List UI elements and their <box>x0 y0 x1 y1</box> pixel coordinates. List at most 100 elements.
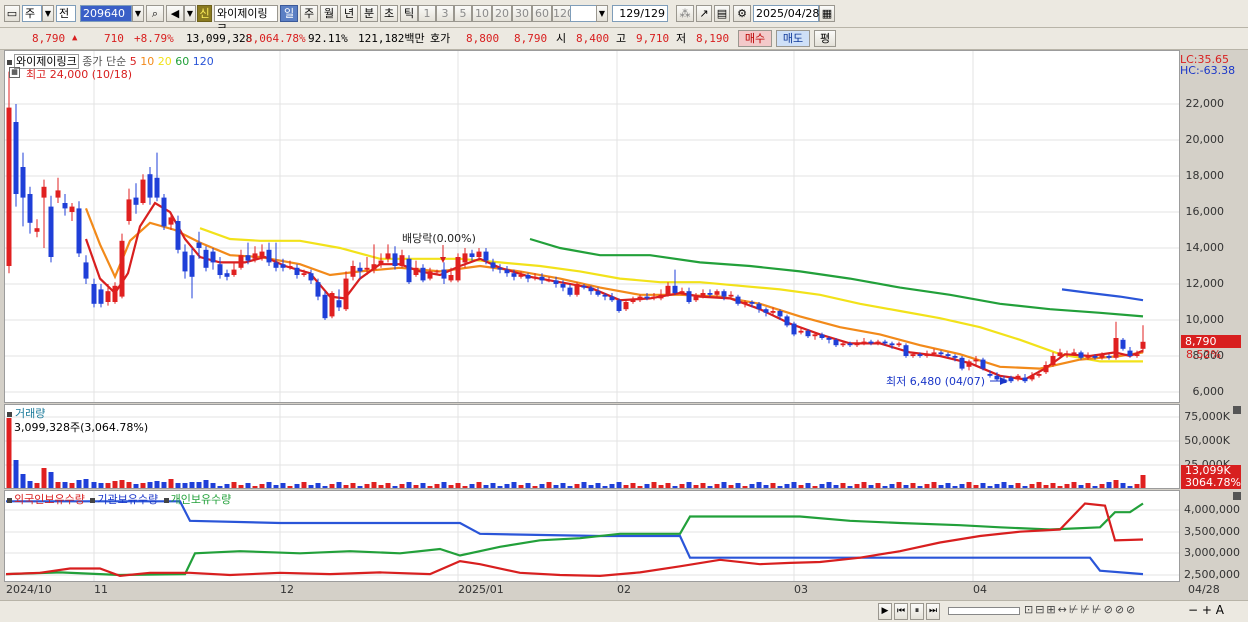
volume-bar <box>889 484 895 488</box>
ma-legend-60[interactable]: 60 <box>175 55 193 68</box>
volume-bar <box>637 486 643 488</box>
candle-body <box>13 122 19 194</box>
volume-bar <box>98 483 104 488</box>
volume-bar <box>504 484 510 488</box>
candle-body <box>896 343 902 346</box>
candle-body <box>1113 338 1119 358</box>
candle-body <box>91 284 97 304</box>
volume-bar <box>6 418 12 488</box>
volume-bar <box>245 483 251 488</box>
candle-body <box>224 273 230 277</box>
candle-body <box>707 293 713 295</box>
candle-body <box>1071 352 1077 355</box>
volume-bar <box>392 486 398 488</box>
candle-body <box>420 267 426 281</box>
zoom-out-icon[interactable]: − <box>1188 603 1198 617</box>
candle-body <box>350 266 356 277</box>
zoom-in-icon[interactable]: + <box>1202 603 1212 617</box>
institution-holding-label[interactable]: 기관보유수량 <box>97 493 158 506</box>
candle-body <box>98 289 104 304</box>
candle-body <box>672 285 678 293</box>
volume-bar <box>924 484 930 488</box>
candle-body <box>448 275 454 281</box>
volume-bar <box>700 483 706 488</box>
volume-bar <box>938 485 944 488</box>
candle-body <box>966 361 972 367</box>
candle-body <box>798 330 804 333</box>
volume-bar <box>602 486 608 488</box>
candle-body <box>868 341 874 344</box>
holding-tick-label: 4,000,000 <box>1184 503 1240 516</box>
ma-legend: 5 10 20 60 120 <box>130 55 214 68</box>
first-page-icon[interactable]: ⏮ <box>894 603 908 620</box>
ma-legend-20[interactable]: 20 <box>158 55 176 68</box>
candle-body <box>76 208 82 254</box>
volume-bar <box>343 485 349 488</box>
candle-body <box>602 294 608 297</box>
zoom-slider[interactable] <box>948 607 1020 615</box>
volume-bar <box>1085 483 1091 488</box>
volume-bar <box>55 482 61 488</box>
volume-bar <box>399 484 405 488</box>
legend-marker-icon <box>7 60 12 65</box>
candle-body <box>539 276 545 281</box>
volume-bar <box>315 483 321 488</box>
volume-panel-close-icon[interactable] <box>1233 406 1241 414</box>
volume-bar <box>980 483 986 488</box>
volume-bar <box>175 483 181 488</box>
candle-body <box>48 206 54 257</box>
zoom-controls[interactable]: − + A <box>1188 603 1224 617</box>
candle-body <box>742 302 748 304</box>
holding-tick-label: 3,500,000 <box>1184 525 1240 538</box>
volume-bar <box>714 484 720 488</box>
legend-marker-icon <box>7 498 12 503</box>
lowest-price-note: 최저 6,480 (04/07) <box>886 375 986 388</box>
candle-body <box>1008 377 1014 382</box>
volume-bar <box>238 485 244 488</box>
volume-tick-label: 75,000K <box>1184 410 1230 423</box>
holding-panel-close-icon[interactable] <box>1233 492 1241 500</box>
candle-body <box>441 269 447 279</box>
tool-icons[interactable]: ⊡⊟⊞↔⊬⊬⊬⊘⊘⊘ <box>1024 603 1137 616</box>
x-axis-label: 2024/10 <box>6 583 52 596</box>
volume-bar <box>259 484 265 488</box>
candle-body <box>399 255 405 266</box>
volume-bar <box>133 484 139 488</box>
candle-body <box>623 302 629 310</box>
candle-body <box>126 199 132 221</box>
volume-bar <box>511 482 517 488</box>
hc-value: HC:-63.38 <box>1180 64 1236 77</box>
volume-bar <box>196 482 202 488</box>
volume-bar <box>1134 484 1140 488</box>
candle-body <box>238 255 244 268</box>
candle-body <box>1043 365 1049 373</box>
candle-body <box>294 267 300 275</box>
volume-bar <box>168 479 174 488</box>
volume-bar <box>1099 484 1105 488</box>
last-page-icon[interactable]: ⏭ <box>926 603 940 620</box>
volume-bar <box>27 481 33 488</box>
volume-bar <box>875 483 881 488</box>
volume-bar <box>455 483 461 488</box>
candle-body <box>280 264 286 268</box>
ma-legend-120[interactable]: 120 <box>193 55 214 68</box>
volume-bar <box>693 485 699 488</box>
ma-legend-10[interactable]: 10 <box>140 55 158 68</box>
volume-bar <box>48 472 54 488</box>
foreign-holding-label[interactable]: 외국인보유수량 <box>14 493 85 506</box>
price-tick-label: 22,000 <box>1185 97 1225 110</box>
volume-bar <box>76 480 82 488</box>
volume-bar <box>280 483 286 488</box>
legend-marker-icon <box>163 498 169 503</box>
chart-lock-icon[interactable]: ▦ <box>9 67 20 78</box>
volume-bar <box>126 482 132 488</box>
individual-holding-label[interactable]: 개인보유수량 <box>171 493 232 506</box>
candle-body <box>245 255 251 261</box>
candle-body <box>1127 350 1133 356</box>
candle-body <box>406 258 412 283</box>
holding-tick-label: 3,000,000 <box>1184 546 1240 559</box>
pause-icon[interactable]: ⏸ <box>910 603 924 620</box>
scroll-right-icon[interactable]: ▶ <box>878 603 892 620</box>
autofit-icon[interactable]: A <box>1216 603 1224 617</box>
volume-bar <box>1106 482 1112 488</box>
